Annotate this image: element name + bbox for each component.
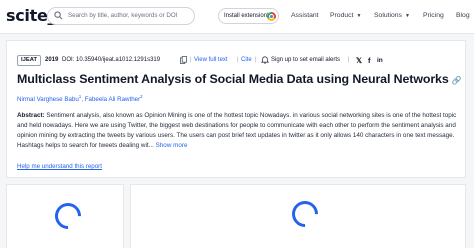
copy-icon[interactable] [180,56,187,64]
facebook-icon[interactable]: f [368,56,371,65]
loading-panel-left [6,184,124,248]
meta-separator: | [190,57,192,63]
nav-assistant-label: Assistant [291,12,319,19]
loading-panel-right [130,184,466,248]
abstract-label: Abstract: [17,112,45,119]
cite-link[interactable]: Cite [241,57,252,63]
author-affiliation: 1 [78,94,82,99]
nav-assistant[interactable]: Assistant [291,12,319,19]
view-full-text-link[interactable]: View full text [194,57,228,63]
paper-card: IJEAT 2019 DOI: 10.35940/ijeat.a1012.129… [6,40,466,178]
abstract-text: Sentiment analysis, also known as Opinio… [17,112,457,149]
search-bar[interactable]: Search by title, author, keywords or DOI [47,7,195,25]
author-list: Nirmal Varghese Babu1, Fabeela Ali Rawth… [17,94,143,104]
bell-icon[interactable] [261,56,269,64]
search-input[interactable]: Search by title, author, keywords or DOI [68,12,177,19]
author-name: Nirmal Varghese Babu [17,96,79,104]
meta-separator: | [237,57,239,63]
abstract: Abstract: Sentiment analysis, also known… [17,111,461,151]
help-understand-link[interactable]: Help me understand this report [17,163,102,170]
nav-blog[interactable]: Blog [456,12,470,19]
nav-product-label: Product [330,12,354,19]
chrome-icon [267,12,276,21]
chevron-down-icon: ▼ [356,13,362,19]
linkedin-icon[interactable]: in [377,57,383,64]
meta-separator: | [348,57,350,63]
paper-title-text: Multiclass Sentiment Analysis of Social … [17,72,449,86]
author-affiliation: 2 [140,94,143,99]
nav-blog-label: Blog [456,12,470,19]
author-link[interactable]: Fabeela Ali Rawther2 [84,94,143,104]
show-more-link[interactable]: Show more [156,142,188,149]
chevron-down-icon: ▼ [404,13,410,19]
author-link[interactable]: Nirmal Varghese Babu1 [17,94,82,104]
author-name: Fabeela Ali Rawther [84,96,141,104]
paper-meta: IJEAT 2019 DOI: 10.35940/ijeat.a1012.129… [17,55,457,67]
loading-spinner-icon [286,195,324,233]
loading-spinner-icon [49,197,87,235]
email-alerts-link[interactable]: Sign up to set email alerts [271,57,340,63]
paper-title: Multiclass Sentiment Analysis of Social … [17,72,462,86]
nav-pricing-label: Pricing [423,12,444,19]
twitter-icon[interactable]: 𝕏 [356,56,362,65]
search-icon [54,11,63,20]
install-extension-button[interactable]: Install extension! [218,8,279,24]
install-extension-label: Install extension! [224,13,269,19]
publication-year: 2019 [45,57,59,63]
nav-solutions-label: Solutions [374,12,402,19]
doi-text: DOI: 10.35940/ijeat.a1012.1291s319 [62,57,161,63]
nav-product[interactable]: Product ▼ [330,12,361,19]
nav-solutions[interactable]: Solutions ▼ [374,12,410,19]
meta-separator: | [255,57,257,63]
nav-pricing[interactable]: Pricing [423,12,444,19]
journal-badge[interactable]: IJEAT [17,55,41,66]
link-icon[interactable]: 🔗 [452,76,462,85]
top-nav: scite_ Search by title, author, keywords… [0,0,474,34]
